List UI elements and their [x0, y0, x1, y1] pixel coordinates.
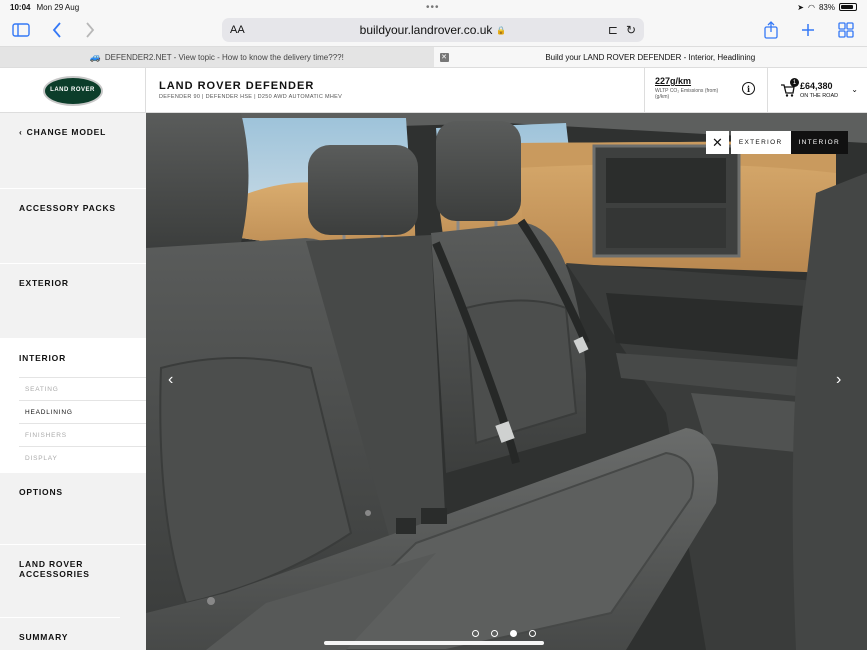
favicon-icon: 🚙 — [89, 51, 101, 62]
tab-title: DEFENDER2.NET - View topic - How to know… — [104, 52, 344, 62]
reload-icon[interactable]: ↻ — [626, 23, 636, 37]
interior-rear-seat-image — [146, 113, 867, 650]
sub-item-headlining[interactable]: HEADLINING — [19, 400, 146, 423]
sidebar-toggle-icon[interactable] — [12, 20, 30, 40]
price-value: £64,380 — [800, 81, 833, 91]
lock-icon: 🔒 — [496, 25, 507, 35]
sub-item-seating[interactable]: SEATING — [19, 377, 146, 400]
carousel-dot[interactable] — [529, 630, 536, 637]
wifi-icon: ◠ — [808, 2, 815, 12]
logo-link[interactable]: LAND ROVER — [0, 68, 146, 113]
share-icon[interactable] — [764, 20, 778, 40]
chevron-left-icon: ‹ — [19, 127, 23, 137]
emissions-value[interactable]: 227g/km — [655, 76, 757, 86]
back-icon[interactable] — [52, 20, 62, 40]
sub-item-display[interactable]: DISPLAY — [19, 446, 146, 469]
extensions-icon[interactable]: ⊏ — [608, 23, 618, 37]
tab-defender2[interactable]: 🚙 DEFENDER2.NET - View topic - How to kn… — [0, 47, 434, 67]
sidebar-item-exterior[interactable]: EXTERIOR — [0, 264, 146, 339]
carousel-dots — [472, 630, 536, 637]
sidebar-item-accessories[interactable]: LAND ROVER ACCESSORIES — [0, 545, 120, 618]
battery-icon — [839, 3, 857, 11]
emissions-panel: 227g/km WLTP CO₂ Emissions (from) (g/km)… — [644, 68, 768, 113]
exterior-view-button[interactable]: EXTERIOR — [730, 131, 791, 154]
emissions-label: WLTP CO₂ Emissions (from) (g/km) — [655, 88, 719, 100]
view-toggle: ✕ EXTERIOR INTERIOR — [705, 131, 848, 154]
status-bar: 10:04 Mon 29 Aug ••• ➤ ◠ 83% — [0, 0, 867, 14]
site-header: LAND ROVER LAND ROVER DEFENDER DEFENDER … — [0, 68, 867, 113]
forward-icon[interactable] — [85, 20, 95, 40]
model-title: LAND ROVER DEFENDER — [159, 80, 315, 92]
tab-title: Build your LAND ROVER DEFENDER - Interio… — [545, 52, 756, 62]
address-bar[interactable]: AA buildyour.landrover.co.uk 🔒 ⊏ ↻ — [222, 18, 644, 42]
tab-bar: 🚙 DEFENDER2.NET - View topic - How to kn… — [0, 46, 867, 68]
cart-button[interactable]: 1 £64,380 ON THE ROAD ⌄ — [778, 78, 864, 104]
land-rover-logo: LAND ROVER — [42, 75, 103, 106]
carousel-dot[interactable] — [510, 630, 517, 637]
url-text: buildyour.landrover.co.uk — [359, 23, 493, 37]
price-label: ON THE ROAD — [800, 93, 839, 99]
tab-landrover[interactable]: ✕ Build your LAND ROVER DEFENDER - Inter… — [433, 47, 867, 67]
new-tab-icon[interactable] — [801, 20, 815, 40]
sub-item-finishers[interactable]: FINISHERS — [19, 423, 146, 446]
interior-view-button[interactable]: INTERIOR — [790, 131, 848, 154]
chevron-right-icon[interactable]: › — [836, 371, 841, 389]
browser-toolbar: AA buildyour.landrover.co.uk 🔒 ⊏ ↻ — [0, 14, 867, 46]
chevron-down-icon: ⌄ — [851, 85, 858, 94]
reader-aa-button[interactable]: AA — [230, 24, 245, 36]
model-spec: DEFENDER 90 | DEFENDER HSE | D250 AWD AU… — [159, 94, 343, 100]
info-icon[interactable]: i — [742, 82, 755, 95]
status-time: 10:04 — [10, 2, 31, 12]
multitask-dots-icon[interactable]: ••• — [426, 2, 440, 13]
interior-image-viewer[interactable]: ✕ EXTERIOR INTERIOR ‹ › — [146, 113, 867, 650]
sidebar: ‹ CHANGE MODEL ACCESSORY PACKS EXTERIOR … — [0, 113, 146, 650]
battery-percent: 83% — [818, 2, 835, 12]
tab-close-icon[interactable]: ✕ — [439, 52, 449, 62]
sidebar-item-summary[interactable]: SUMMARY — [0, 618, 146, 650]
home-indicator[interactable] — [324, 641, 544, 645]
tab-overview-icon[interactable] — [838, 20, 854, 40]
sidebar-item-accessory-packs[interactable]: ACCESSORY PACKS — [0, 189, 146, 264]
location-icon: ➤ — [797, 2, 804, 12]
cart-count-badge: 1 — [790, 78, 799, 87]
close-icon[interactable]: ✕ — [705, 131, 729, 154]
change-model-button[interactable]: ‹ CHANGE MODEL — [0, 113, 146, 189]
carousel-dot[interactable] — [472, 630, 479, 637]
sidebar-item-options[interactable]: OPTIONS — [0, 473, 146, 545]
chevron-left-icon[interactable]: ‹ — [168, 371, 173, 389]
screen: 10:04 Mon 29 Aug ••• ➤ ◠ 83% AA buildyou… — [0, 0, 867, 650]
carousel-dot[interactable] — [491, 630, 498, 637]
status-date: Mon 29 Aug — [36, 2, 80, 12]
